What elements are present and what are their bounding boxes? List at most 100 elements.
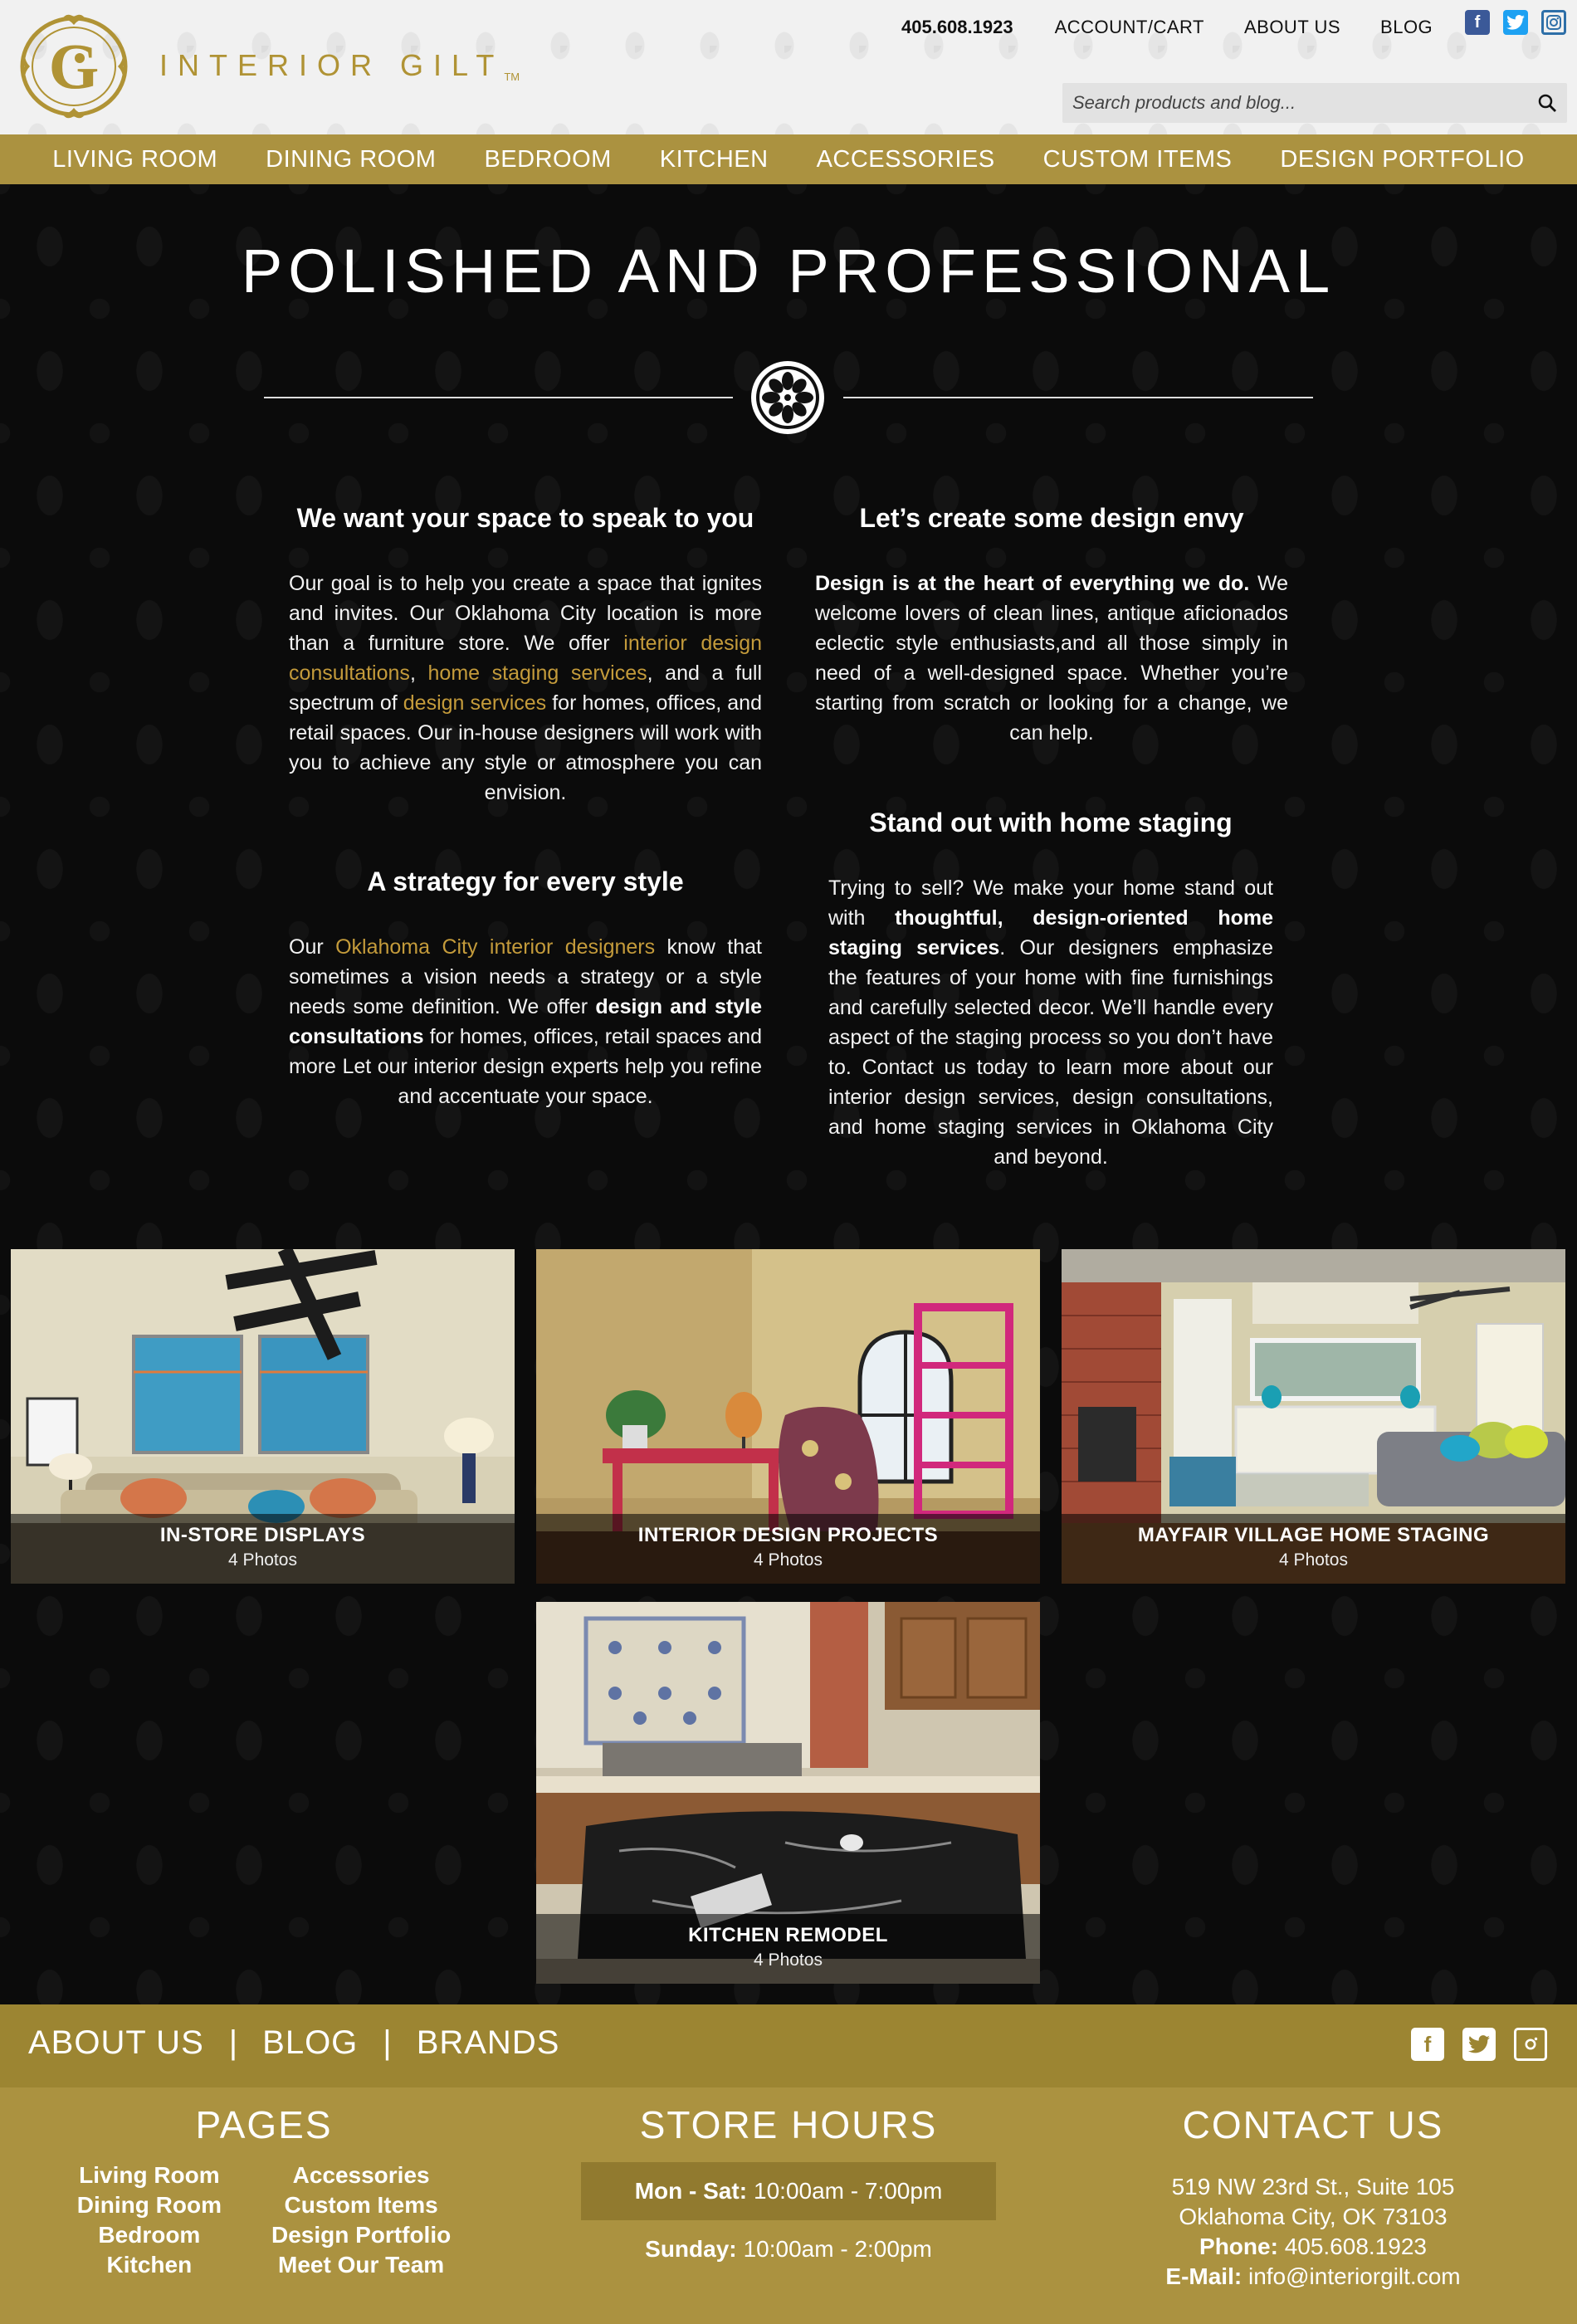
nav-design-portfolio[interactable]: DESIGN PORTFOLIO (1256, 146, 1548, 173)
address-line-1: 519 NW 23rd St., Suite 105 (1171, 2174, 1455, 2200)
nav-bedroom[interactable]: BEDROOM (460, 146, 635, 173)
section-heading: A strategy for every style (367, 867, 684, 896)
gallery-title: IN-STORE DISPLAYS (159, 1524, 366, 1546)
section-body: Our goal is to help you create a space t… (289, 572, 763, 804)
hours-value: 10:00am - 2:00pm (743, 2236, 932, 2262)
footer-hours-title: STORE HOURS (639, 2103, 938, 2146)
blog-link[interactable]: BLOG (1380, 17, 1433, 38)
footer-brands-link[interactable]: BRANDS (417, 2024, 560, 2062)
facebook-icon[interactable]: f (1411, 2028, 1444, 2061)
rosette-ornament-icon (751, 361, 824, 434)
main-nav: LIVING ROOM DINING ROOM BEDROOM KITCHEN … (0, 134, 1577, 184)
gallery-count: 4 Photos (228, 1550, 297, 1570)
footer-main: PAGES Living Room Dining Room Bedroom Ki… (0, 2087, 1577, 2324)
top-utility-nav: 405.608.1923 ACCOUNT/CART ABOUT US BLOG (901, 15, 1472, 40)
gallery-tile-kitchen-remodel[interactable]: KITCHEN REMODEL 4 Photos (536, 1602, 1040, 1984)
hero-title: POLISHED AND PROFESSIONAL (241, 237, 1336, 305)
footer-page-link[interactable]: Living Room (77, 2160, 222, 2190)
section-body: Our Oklahoma City interior designers kno… (289, 935, 763, 1108)
footer-bar: ABOUT US | BLOG | BRANDS f (0, 2004, 1577, 2087)
divider-right (843, 397, 1313, 398)
site-header: G INTERIOR GILTTM 405.608.1923 ACCOUNT/C… (0, 0, 1577, 134)
search-button[interactable] (1527, 83, 1567, 123)
footer-about-us-link[interactable]: ABOUT US (28, 2024, 204, 2062)
section-body: Design is at the heart of everything we … (815, 572, 1288, 745)
gallery-caption: INTERIOR DESIGN PROJECTS 4 Photos (536, 1514, 1040, 1584)
footer-hours: STORE HOURS Mon - Sat: 10:00am - 7:00pm … (581, 2102, 996, 2278)
logo-wordmark[interactable]: INTERIOR GILTTM (159, 48, 520, 83)
footer-contact: CONTACT US 519 NW 23rd St., Suite 105 Ok… (1106, 2102, 1521, 2292)
footer-pages-col2: Accessories Custom Items Design Portfoli… (271, 2160, 451, 2280)
footer-separator: | (383, 2024, 392, 2061)
section-strategy: A strategy for every style Our Oklahoma … (289, 867, 762, 1111)
nav-custom-items[interactable]: CUSTOM ITEMS (1019, 146, 1257, 173)
nav-living-room[interactable]: LIVING ROOM (28, 146, 242, 173)
facebook-icon[interactable]: f (1465, 10, 1490, 35)
footer-pages-title: PAGES (195, 2103, 333, 2146)
gallery-caption: MAYFAIR VILLAGE HOME STAGING 4 Photos (1062, 1514, 1565, 1584)
hours-label: Sunday: (645, 2236, 737, 2262)
section-speak: We want your space to speak to you Our g… (289, 503, 762, 808)
account-cart-link[interactable]: ACCOUNT/CART (1055, 17, 1204, 38)
footer-links: ABOUT US | BLOG | BRANDS (28, 2024, 559, 2062)
footer-pages: PAGES Living Room Dining Room Bedroom Ki… (56, 2102, 471, 2280)
nav-dining-room[interactable]: DINING ROOM (242, 146, 460, 173)
footer-page-link[interactable]: Dining Room (77, 2190, 222, 2220)
home-staging-services-link[interactable]: home staging services (428, 662, 647, 685)
logo-emblem-icon[interactable]: G (12, 12, 136, 121)
gallery-tile-mayfair-village-home-staging[interactable]: MAYFAIR VILLAGE HOME STAGING 4 Photos (1062, 1249, 1565, 1584)
contact-email-value[interactable]: info@interiorgilt.com (1248, 2263, 1461, 2289)
header-social: f (1465, 10, 1566, 35)
divider-left (264, 397, 733, 398)
address-line-2: Oklahoma City, OK 73103 (1179, 2204, 1448, 2229)
footer-page-link[interactable]: Design Portfolio (271, 2220, 451, 2250)
search-input[interactable] (1062, 83, 1527, 123)
section-envy: Let’s create some design envy Design is … (815, 503, 1288, 748)
gallery-title: KITCHEN REMODEL (688, 1924, 888, 1946)
footer-blog-link[interactable]: BLOG (262, 2024, 358, 2062)
gallery-title: MAYFAIR VILLAGE HOME STAGING (1137, 1524, 1490, 1546)
contact-phone: Phone: 405.608.1923 (1199, 2234, 1427, 2259)
gallery-title: INTERIOR DESIGN PROJECTS (637, 1524, 939, 1546)
search-bar (1062, 83, 1567, 123)
twitter-icon[interactable] (1462, 2028, 1496, 2061)
footer-pages-grid: Living Room Dining Room Bedroom Kitchen … (56, 2160, 471, 2280)
about-us-link[interactable]: ABOUT US (1244, 17, 1340, 38)
footer-contact-title: CONTACT US (1182, 2103, 1444, 2146)
section-heading: Stand out with home staging (869, 808, 1233, 837)
footer-pages-col1: Living Room Dining Room Bedroom Kitchen (77, 2160, 222, 2280)
footer-page-link[interactable]: Meet Our Team (271, 2250, 451, 2280)
gallery-tile-interior-design-projects[interactable]: INTERIOR DESIGN PROJECTS 4 Photos (536, 1249, 1040, 1584)
section-body: Trying to sell? We make your home stand … (828, 876, 1273, 1169)
footer-page-link[interactable]: Kitchen (77, 2250, 222, 2280)
hours-label: Mon - Sat: (634, 2178, 748, 2204)
footer-page-link[interactable]: Custom Items (271, 2190, 451, 2220)
footer-page-link[interactable]: Bedroom (77, 2220, 222, 2250)
hours-row-sunday: Sunday: 10:00am - 2:00pm (581, 2220, 996, 2278)
contact-lines: 519 NW 23rd St., Suite 105 Oklahoma City… (1106, 2172, 1521, 2292)
design-services-link[interactable]: design services (403, 691, 546, 715)
nav-kitchen[interactable]: KITCHEN (636, 146, 793, 173)
instagram-icon[interactable] (1514, 2028, 1547, 2061)
footer-page-link[interactable]: Accessories (271, 2160, 451, 2190)
header-phone[interactable]: 405.608.1923 (901, 17, 1013, 38)
gallery-count: 4 Photos (754, 1950, 823, 1970)
brand-tm: TM (504, 71, 520, 83)
twitter-icon[interactable] (1503, 10, 1528, 35)
search-icon (1538, 94, 1556, 112)
nav-accessories[interactable]: ACCESSORIES (793, 146, 1019, 173)
contact-email: E-Mail: info@interiorgilt.com (1165, 2263, 1461, 2289)
main-content: POLISHED AND PROFESSIONAL We want your s… (0, 184, 1577, 2004)
svg-text:G: G (49, 30, 100, 102)
section-staging: Stand out with home staging Trying to se… (828, 808, 1273, 1172)
section-heading: Let’s create some design envy (859, 503, 1244, 533)
okc-interior-designers-link[interactable]: Oklahoma City interior designers (335, 935, 655, 959)
hours-row-mon-sat: Mon - Sat: 10:00am - 7:00pm (581, 2162, 996, 2220)
section-heading: We want your space to speak to you (296, 503, 754, 533)
gallery-caption: KITCHEN REMODEL 4 Photos (536, 1914, 1040, 1984)
contact-phone-value[interactable]: 405.608.1923 (1285, 2234, 1427, 2259)
gallery-tile-in-store-displays[interactable]: IN-STORE DISPLAYS 4 Photos (11, 1249, 515, 1584)
gallery-caption: IN-STORE DISPLAYS 4 Photos (11, 1514, 515, 1584)
gallery-count: 4 Photos (754, 1550, 823, 1570)
instagram-icon[interactable] (1541, 10, 1566, 35)
